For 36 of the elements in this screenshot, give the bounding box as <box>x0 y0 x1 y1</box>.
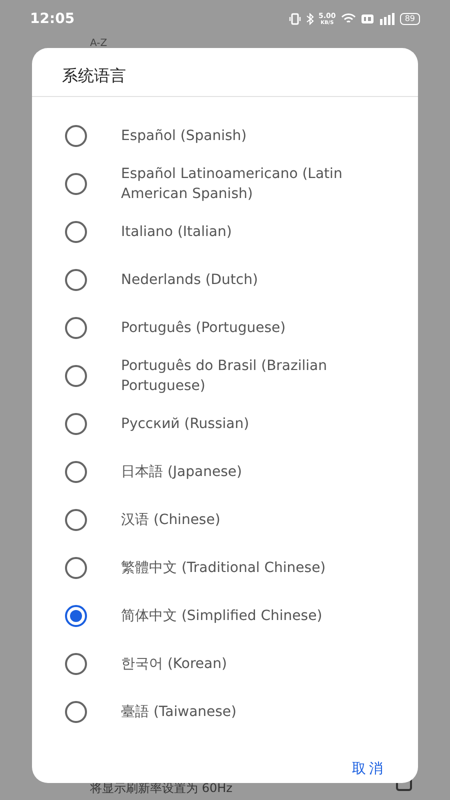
radio-button[interactable] <box>65 701 87 723</box>
language-option[interactable]: 繁體中文 (Traditional Chinese) <box>32 544 418 592</box>
battery-level: 89 <box>400 13 420 25</box>
bluetooth-icon <box>306 13 314 25</box>
radio-button[interactable] <box>65 653 87 675</box>
wifi-icon <box>340 13 356 25</box>
language-option[interactable]: Português do Brasil (Brazilian Portuguese) <box>32 352 418 400</box>
hd-icon <box>360 14 374 24</box>
language-option[interactable]: Español (Spanish) <box>32 112 418 160</box>
radio-button[interactable] <box>65 317 87 339</box>
language-option[interactable]: Nederlands (Dutch) <box>32 256 418 304</box>
language-option[interactable]: Español Latinoamericano (Latin American Spanish) <box>32 160 418 208</box>
language-option[interactable]: 简体中文 (Simplified Chinese) <box>32 592 418 640</box>
language-option[interactable]: Português (Portuguese) <box>32 304 418 352</box>
radio-button[interactable] <box>65 509 87 531</box>
radio-button[interactable] <box>65 269 87 291</box>
dialog-title: 系统语言 <box>32 48 418 97</box>
language-option[interactable]: 한국어 (Korean) <box>32 640 418 688</box>
radio-button[interactable] <box>65 221 87 243</box>
cancel-button[interactable]: 取消 <box>350 756 388 782</box>
radio-button[interactable] <box>65 413 87 435</box>
radio-button[interactable] <box>65 605 87 627</box>
language-option[interactable]: Русский (Russian) <box>32 400 418 448</box>
radio-button[interactable] <box>65 461 87 483</box>
language-option[interactable]: 日本語 (Japanese) <box>32 448 418 496</box>
language-option[interactable]: 汉语 (Chinese) <box>32 496 418 544</box>
radio-button[interactable] <box>65 557 87 579</box>
language-option[interactable]: Italiano (Italian) <box>32 208 418 256</box>
language-option[interactable]: 臺語 (Taiwanese) <box>32 688 418 736</box>
radio-button[interactable] <box>65 173 87 195</box>
radio-button[interactable] <box>65 365 87 387</box>
signal-icon <box>378 13 395 25</box>
radio-button[interactable] <box>65 125 87 147</box>
vibrate-icon <box>288 13 301 25</box>
status-time: 12:05 <box>30 11 75 27</box>
sort-label: A-Z <box>89 38 108 49</box>
